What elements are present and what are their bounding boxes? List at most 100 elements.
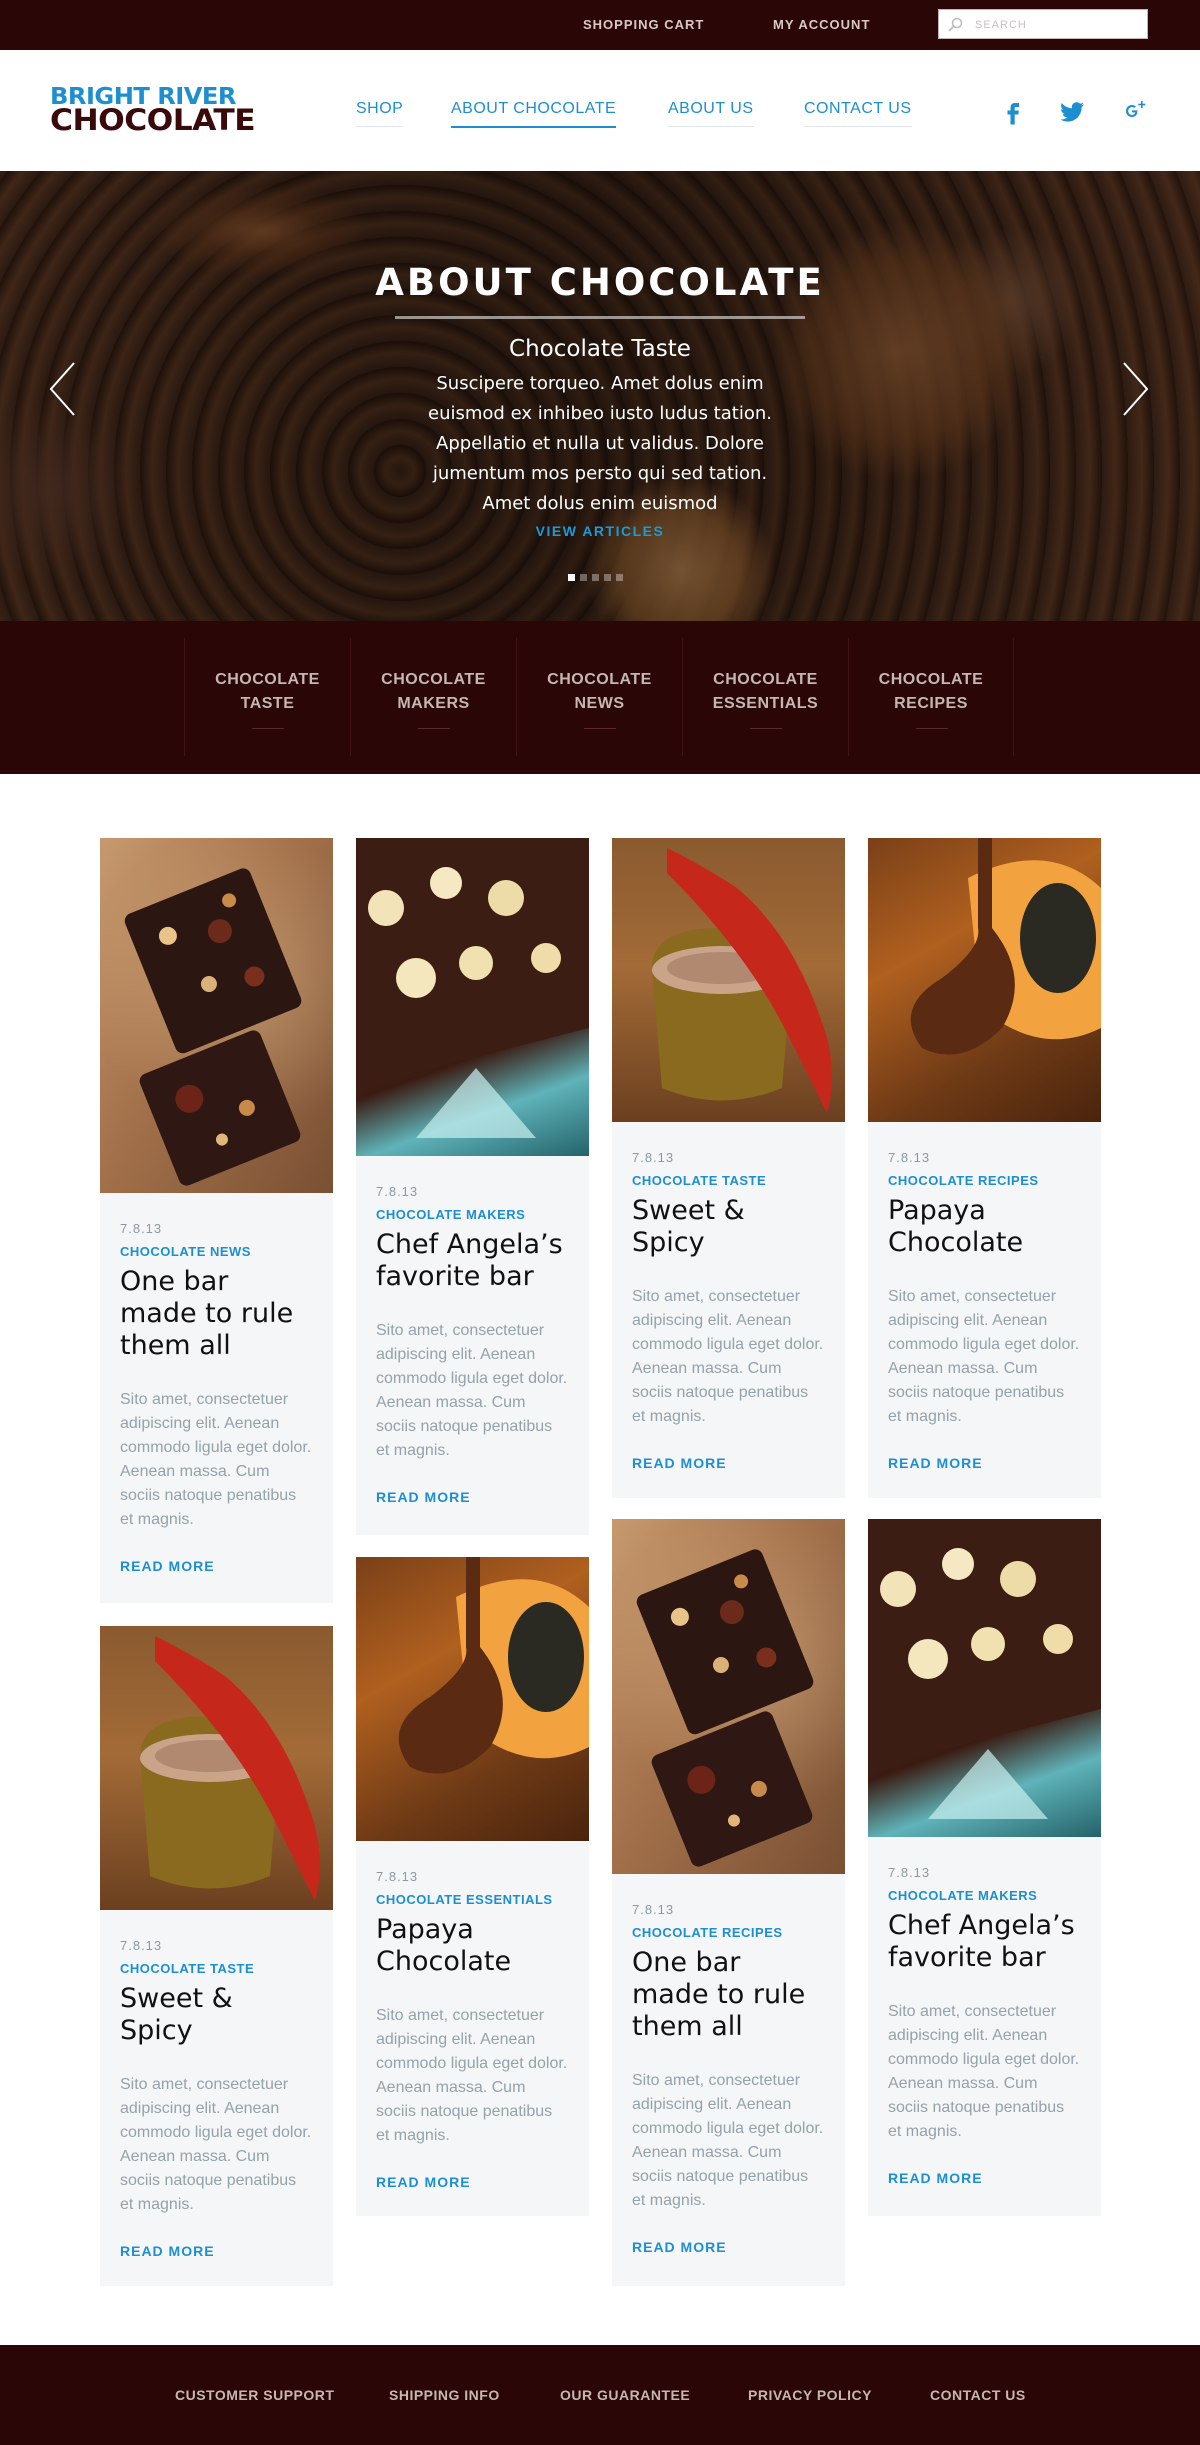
chevron-left-icon[interactable] [48,361,78,417]
article-title[interactable]: One bar made to rule them all [120,1266,313,1362]
article-card[interactable]: 7.8.13 CHOCOLATE MAKERS Chef Angela’s fa… [356,838,589,1535]
read-more-link[interactable]: READ MORE [120,2243,313,2263]
article-excerpt: Sito amet, consectetuer adipiscing elit.… [632,2072,824,2209]
hazelnut-chocolate-image[interactable] [868,1519,1101,1837]
papaya-chocolate-image[interactable] [356,1557,589,1841]
search-box[interactable] [938,9,1148,39]
article-card[interactable]: 7.8.13 CHOCOLATE NEWS One bar made to ru… [100,838,333,1603]
hero-subtitle: Chocolate Taste [509,336,691,362]
read-more-link[interactable]: READ MORE [632,2239,825,2259]
read-more-link[interactable]: READ MORE [632,1455,825,1475]
hero-title-divider [395,316,805,319]
article-category[interactable]: CHOCOLATE MAKERS [376,1207,569,1223]
papaya-chocolate-illustration [398,1557,589,1774]
slide-indicators [568,574,632,582]
category-label: CHOCOLATE NEWS [547,671,652,712]
search-icon [948,17,963,32]
article-date: 7.8.13 [888,1865,931,1880]
article-category[interactable]: CHOCOLATE NEWS [120,1244,313,1260]
google-plus-icon[interactable] [1120,96,1150,126]
chocolate-bars-image[interactable] [612,1519,845,1874]
article-card[interactable]: 7.8.13 CHOCOLATE RECIPES One bar made to… [612,1519,845,2286]
nav-about-chocolate[interactable]: ABOUT CHOCOLATE [451,100,617,128]
hero-title: ABOUT CHOCOLATE [375,261,825,304]
category-chocolate-makers[interactable]: CHOCOLATE MAKERS [350,638,516,756]
article-card[interactable]: 7.8.13 CHOCOLATE MAKERS Chef Angela’s fa… [868,1519,1101,2216]
chili-cocoa-illustration [140,1636,320,1901]
article-title[interactable]: Sweet & Spicy [632,1195,825,1259]
article-text: 7.8.13 CHOCOLATE RECIPES Papaya Chocolat… [868,1150,1101,1475]
my-account-link[interactable]: MY ACCOUNT [773,17,870,32]
article-category[interactable]: CHOCOLATE RECIPES [632,1925,825,1941]
read-more-link[interactable]: READ MORE [120,1558,313,1578]
category-chocolate-news[interactable]: CHOCOLATE NEWS [516,638,682,756]
utility-bar: SHOPPING CART MY ACCOUNT [0,0,1200,50]
shopping-cart-link[interactable]: SHOPPING CART [583,17,704,32]
article-excerpt: Sito amet, consectetuer adipiscing elit.… [632,1288,824,1425]
footer-our-guarantee[interactable]: OUR GUARANTEE [560,2387,690,2403]
article-date: 7.8.13 [632,1150,675,1165]
article-excerpt: Sito amet, consectetuer adipiscing elit.… [120,1391,312,1528]
article-title[interactable]: Papaya Chocolate [888,1195,1081,1259]
facebook-icon[interactable] [999,96,1029,126]
slide-dot[interactable] [580,574,587,581]
site-header: BRIGHT RIVER CHOCOLATE SHOP ABOUT CHOCOL… [0,50,1200,171]
view-articles-link[interactable]: VIEW ARTICLES [0,523,1200,539]
article-card[interactable]: 7.8.13 CHOCOLATE TASTE Sweet & Spicy Sit… [612,838,845,1498]
article-category[interactable]: CHOCOLATE ESSENTIALS [376,1892,569,1908]
chocolate-bars-image[interactable] [100,838,333,1193]
footer-privacy-policy[interactable]: PRIVACY POLICY [748,2387,872,2403]
article-text: 7.8.13 CHOCOLATE TASTE Sweet & Spicy Sit… [612,1150,845,1475]
chili-cocoa-image[interactable] [612,838,845,1122]
read-more-link[interactable]: READ MORE [376,2174,569,2194]
nav-contact-us[interactable]: CONTACT US [804,100,912,127]
slide-dot[interactable] [616,574,623,581]
hazelnut-chocolate-image[interactable] [356,838,589,1156]
footer-customer-support[interactable]: CUSTOMER SUPPORT [175,2387,334,2403]
site-footer: CUSTOMER SUPPORT SHIPPING INFO OUR GUARA… [0,2345,1200,2445]
read-more-link[interactable]: READ MORE [888,2170,1081,2190]
search-input[interactable] [975,16,1140,34]
article-title[interactable]: One bar made to rule them all [632,1947,825,2043]
nav-shop[interactable]: SHOP [356,100,404,127]
category-label: CHOCOLATE ESSENTIALS [712,671,819,712]
article-category[interactable]: CHOCOLATE TASTE [632,1173,825,1189]
article-category[interactable]: CHOCOLATE TASTE [120,1961,313,1977]
footer-shipping-info[interactable]: SHIPPING INFO [389,2387,500,2403]
category-chocolate-essentials[interactable]: CHOCOLATE ESSENTIALS [682,638,848,756]
slide-dot[interactable] [604,574,611,581]
article-text: 7.8.13 CHOCOLATE TASTE Sweet & Spicy Sit… [100,1938,333,2263]
article-category[interactable]: CHOCOLATE MAKERS [888,1888,1081,1904]
category-underline [584,728,616,729]
article-card[interactable]: 7.8.13 CHOCOLATE RECIPES Papaya Chocolat… [868,838,1101,1498]
article-category[interactable]: CHOCOLATE RECIPES [888,1173,1081,1189]
read-more-link[interactable]: READ MORE [376,1489,569,1509]
slide-dot[interactable] [568,574,575,581]
article-title[interactable]: Papaya Chocolate [376,1914,569,1978]
article-title[interactable]: Chef Angela’s favorite bar [888,1910,1081,1974]
category-chocolate-recipes[interactable]: CHOCOLATE RECIPES [848,638,1014,756]
category-bar: CHOCOLATE TASTE CHOCOLATE MAKERS CHOCOLATE… [0,621,1200,774]
article-date: 7.8.13 [376,1184,419,1199]
article-text: 7.8.13 CHOCOLATE MAKERS Chef Angela’s fa… [868,1865,1101,2190]
article-excerpt: Sito amet, consectetuer adipiscing elit.… [376,1322,568,1459]
twitter-icon[interactable] [1057,96,1087,126]
article-title[interactable]: Chef Angela’s favorite bar [376,1229,569,1293]
slide-dot[interactable] [592,574,599,581]
chevron-right-icon[interactable] [1120,361,1150,417]
footer-contact-us[interactable]: CONTACT US [930,2387,1026,2403]
article-title[interactable]: Sweet & Spicy [120,1983,313,2047]
brand-logo[interactable]: BRIGHT RIVER CHOCOLATE [50,85,268,135]
category-chocolate-taste[interactable]: CHOCOLATE TASTE [184,638,350,756]
article-card[interactable]: 7.8.13 CHOCOLATE TASTE Sweet & Spicy Sit… [100,1626,333,2286]
read-more-link[interactable]: READ MORE [888,1455,1081,1475]
category-label: CHOCOLATE TASTE [215,671,320,712]
article-card[interactable]: 7.8.13 CHOCOLATE ESSENTIALS Papaya Choco… [356,1557,589,2216]
logo-line-2: CHOCOLATE [50,103,256,137]
papaya-chocolate-image[interactable] [868,838,1101,1122]
nav-about-us[interactable]: ABOUT US [668,100,754,127]
chocolate-bars-illustration [124,868,302,1186]
papaya-chocolate-illustration [910,838,1101,1055]
chili-cocoa-image[interactable] [100,1626,333,1910]
article-date: 7.8.13 [632,1902,675,1917]
